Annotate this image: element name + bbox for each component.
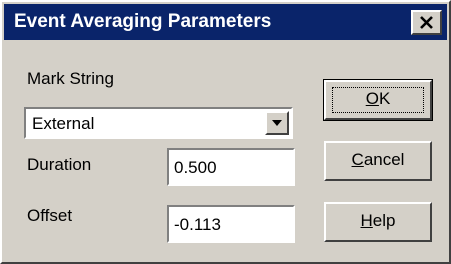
dialog-title: Event Averaging Parameters [14, 11, 272, 32]
help-button[interactable]: Help [324, 202, 432, 242]
ok-accelerator: O [365, 89, 379, 108]
offset-label: Offset [27, 206, 73, 225]
cancel-accelerator: C [351, 150, 364, 169]
cancel-label-rest: ancel [363, 150, 405, 169]
help-label-rest: elp [372, 211, 396, 230]
close-button[interactable] [411, 10, 442, 35]
ok-button[interactable]: OK [323, 79, 433, 121]
ok-label-rest: K [378, 89, 391, 108]
cancel-button[interactable]: Cancel [324, 141, 432, 181]
mark-string-select[interactable]: External [24, 107, 293, 139]
cancel-button-label: Cancel [352, 150, 405, 169]
help-accelerator: H [360, 211, 373, 230]
ok-button-label: OK [366, 89, 391, 108]
chevron-down-icon [272, 120, 282, 126]
duration-field[interactable]: 0.500 [167, 148, 295, 186]
title-bar[interactable]: Event Averaging Parameters [4, 4, 447, 40]
offset-field[interactable]: -0.113 [167, 205, 295, 243]
event-averaging-dialog: Event Averaging Parameters Mark String E… [0, 0, 451, 264]
offset-value: -0.113 [174, 215, 221, 234]
duration-label: Duration [27, 155, 92, 174]
duration-value: 0.500 [174, 158, 217, 177]
mark-string-dropdown-button[interactable] [265, 111, 289, 135]
close-icon [420, 16, 433, 29]
mark-string-value: External [32, 114, 95, 133]
help-button-label: Help [361, 211, 396, 230]
mark-string-label: Mark String [27, 69, 114, 88]
